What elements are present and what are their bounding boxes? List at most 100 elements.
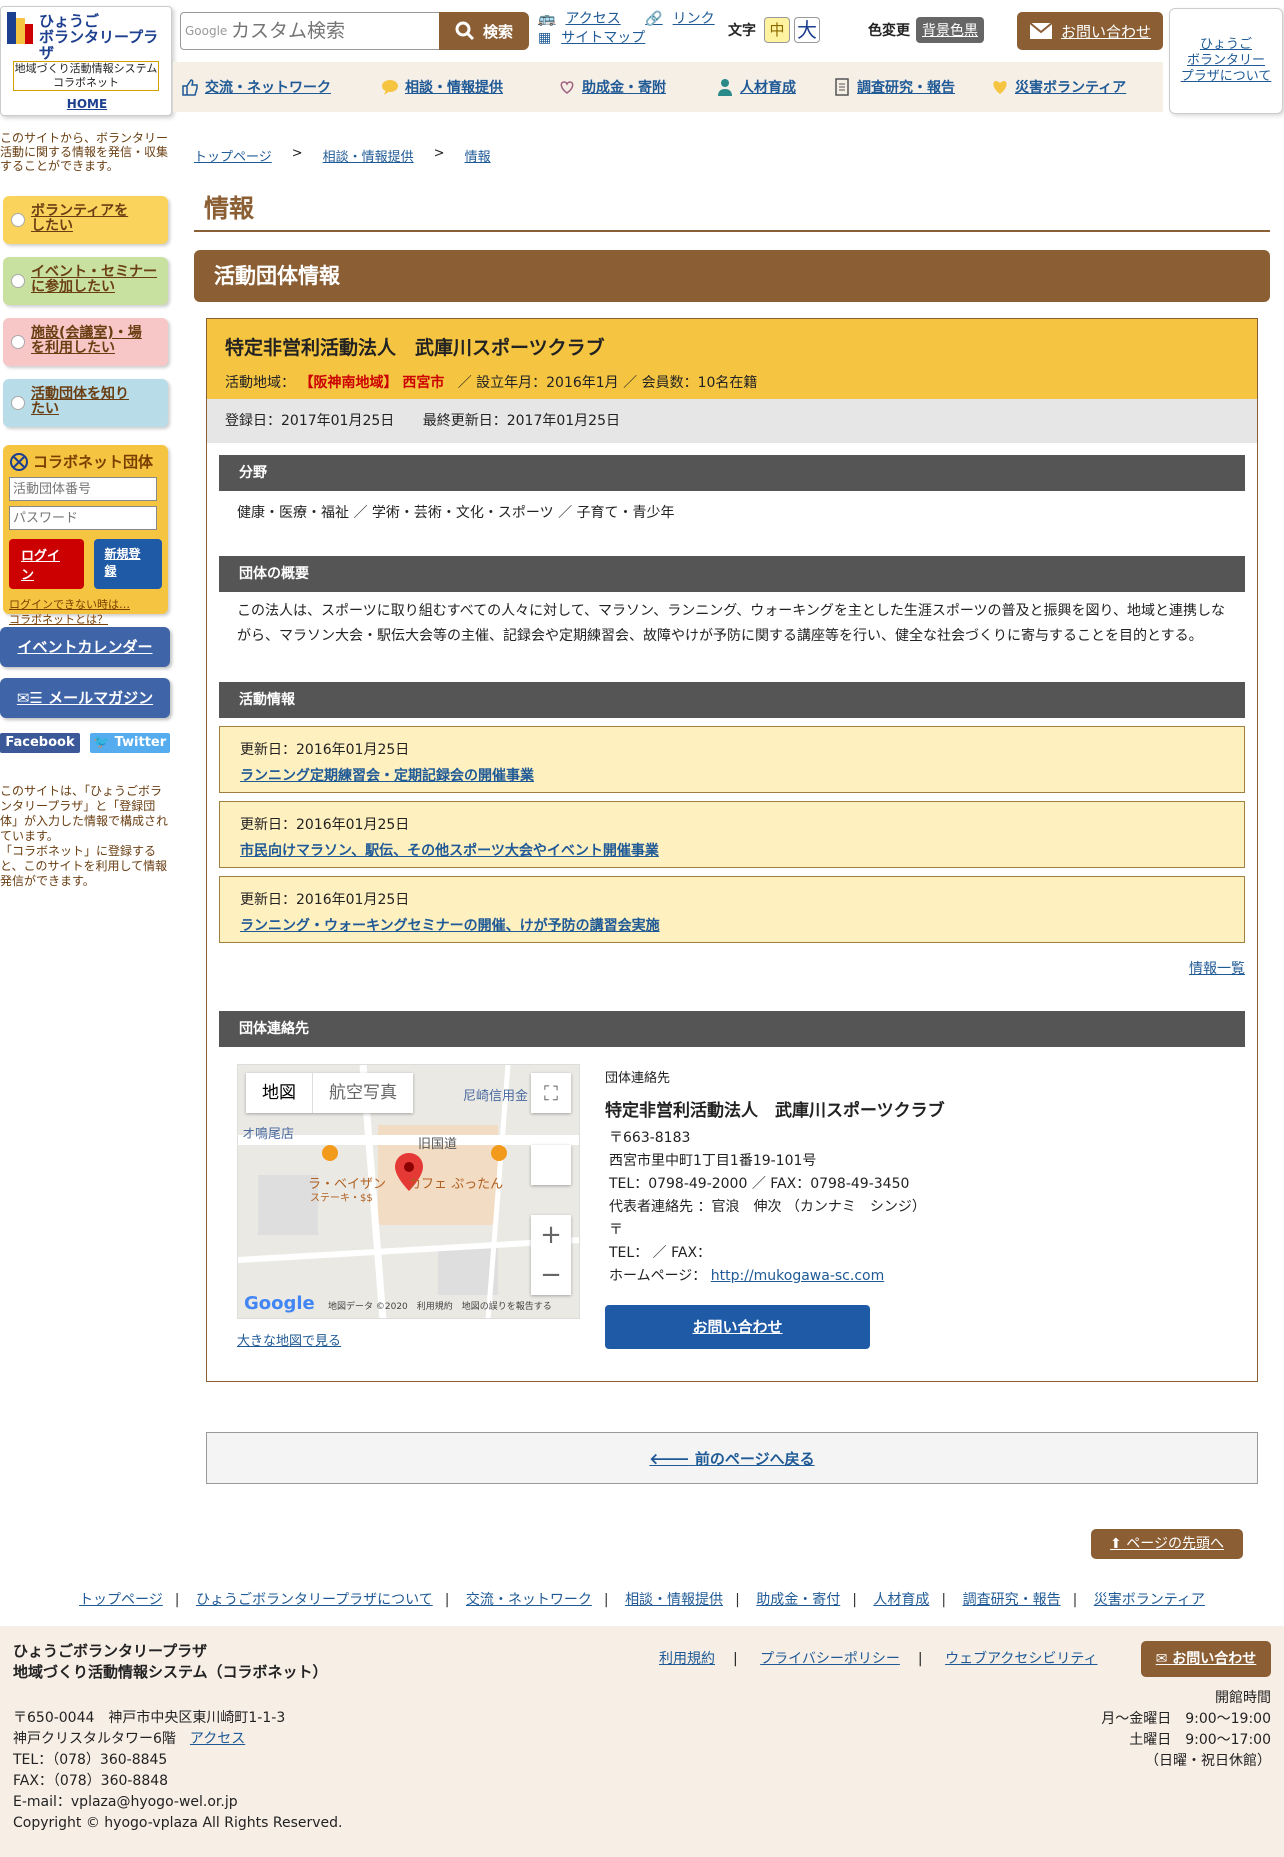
- footer-contact-button[interactable]: ✉ お問い合わせ: [1141, 1641, 1271, 1677]
- footer-link[interactable]: 助成金・寄付: [756, 1592, 840, 1608]
- accessibility-link[interactable]: ウェブアクセシビリティ: [945, 1651, 1097, 1667]
- password-input[interactable]: [9, 506, 157, 530]
- document-icon: [835, 78, 849, 96]
- back-to-top-button[interactable]: ⬆ ページの先頭へ: [1091, 1529, 1243, 1559]
- logo-title: ひょうご ボランタリープラザ: [39, 12, 159, 62]
- activity-date: 更新日：2016年01月25日: [240, 742, 410, 758]
- font-size-medium-button[interactable]: 中: [764, 17, 790, 43]
- speech-bubble-icon: [382, 80, 398, 95]
- facebook-button[interactable]: Facebook: [0, 733, 80, 753]
- homepage-link[interactable]: http://mukogawa-sc.com: [711, 1268, 884, 1284]
- footer: ひょうごボランタリープラザ 地域づくり活動情報システム（コラボネット） 〒650…: [0, 1626, 1284, 1857]
- sitemap-link[interactable]: ▦ サイトマップ: [538, 30, 655, 46]
- updated-date: 最終更新日：2017年01月25日: [422, 413, 620, 429]
- section-title: 活動団体情報: [194, 250, 1270, 302]
- map-tab-map[interactable]: 地図: [246, 1073, 312, 1113]
- map-label: ステーキ・$$: [310, 1193, 373, 1204]
- global-nav: 交流・ネットワーク 相談・情報提供 助成金・寄附 人材育成 調査研究・報告 災害…: [173, 62, 1163, 112]
- home-link[interactable]: HOME: [1, 97, 173, 111]
- register-button[interactable]: 新規登録: [94, 539, 162, 589]
- nav-item-grant[interactable]: 助成金・寄附: [558, 77, 666, 97]
- activity-date: 更新日：2016年01月25日: [240, 892, 410, 908]
- access-link[interactable]: 🚌 アクセス: [538, 11, 631, 27]
- privacy-link[interactable]: プライバシーポリシー: [760, 1651, 900, 1667]
- org-contact-button[interactable]: お問い合わせ: [605, 1305, 870, 1349]
- chain-icon: 🔗: [645, 11, 663, 27]
- login-trouble-link[interactable]: ログインできない時は…: [9, 597, 162, 612]
- summary-text: この法人は、スポーツに取り組むすべての人々に対して、マラソン、ランニング、ウォー…: [237, 603, 1225, 644]
- activity-link[interactable]: ランニング・ウォーキングセミナーの開催、けが予防の講習会実施: [240, 915, 1224, 935]
- sidebar-item-volunteer[interactable]: ボランティアを したい: [3, 196, 168, 244]
- footer-link[interactable]: 人材育成: [873, 1592, 929, 1608]
- mail-magazine-button[interactable]: ✉☰ メールマガジン: [0, 678, 170, 718]
- contact-rep-postal: 〒: [609, 1222, 623, 1238]
- sidebar-item-facility[interactable]: 施設(会議室)・場 を利用したい: [3, 318, 168, 366]
- breadcrumb-current[interactable]: 情報: [465, 146, 491, 165]
- footer-link[interactable]: ひょうごボランタリープラザについて: [196, 1592, 433, 1608]
- street-view-icon[interactable]: [531, 1145, 571, 1185]
- larger-map-link[interactable]: 大きな地図で見る: [237, 1330, 341, 1349]
- activity-item: 更新日：2016年01月25日 ランニング定期練習会・定期記録会の開催事業: [219, 726, 1245, 793]
- font-size-large-button[interactable]: 大: [794, 17, 820, 43]
- search-google-label: Google: [185, 24, 228, 38]
- info-list-link[interactable]: 情報一覧: [1189, 958, 1245, 978]
- footer-link[interactable]: 交流・ネットワーク: [466, 1592, 592, 1608]
- link-link[interactable]: 🔗 リンク: [645, 11, 724, 27]
- sidebar-item-groups[interactable]: 活動団体を知り たい: [3, 379, 168, 427]
- breadcrumb-top[interactable]: トップページ: [194, 146, 272, 165]
- nav-item-consult[interactable]: 相談・情報提供: [381, 77, 503, 97]
- font-size-label: 文字: [728, 23, 756, 39]
- nav-item-research[interactable]: 調査研究・報告: [833, 77, 955, 97]
- footer-link[interactable]: トップページ: [79, 1592, 163, 1608]
- login-button[interactable]: ログイン: [9, 539, 85, 589]
- color-change-label: 色変更: [868, 23, 910, 39]
- map-credits[interactable]: 地図データ ©2020 利用規約 地図の誤りを報告する: [328, 1299, 552, 1312]
- thumbs-up-icon: [182, 79, 198, 96]
- event-calendar-button[interactable]: イベントカレンダー: [0, 627, 170, 667]
- map-label: カフェ ぷったん: [408, 1177, 504, 1192]
- nav-item-network[interactable]: 交流・ネットワーク: [181, 77, 331, 97]
- back-button[interactable]: 🡐 前のページへ戻る: [206, 1432, 1258, 1484]
- map[interactable]: 尼崎信用金 旧国道 オ鳴尾店 ラ・ベイザン ステーキ・$$ カフェ ぷったん 地…: [237, 1064, 580, 1319]
- arrow-circle-icon: [11, 335, 25, 349]
- arrow-left-icon: 🡐: [649, 1450, 690, 1468]
- group-number-input[interactable]: [9, 477, 157, 501]
- fullscreen-icon[interactable]: ⛶: [531, 1073, 571, 1113]
- footer-access-link[interactable]: アクセス: [190, 1731, 245, 1747]
- header-links: 🚌 アクセス 🔗 リンク ▦ サイトマップ: [538, 10, 735, 48]
- about-plaza-link[interactable]: ひょうご ボランタリー プラザについて: [1169, 8, 1283, 114]
- search-input[interactable]: [231, 17, 431, 45]
- about-collabonet-link[interactable]: コラボネットとは？: [9, 612, 162, 627]
- contact-rep-tel-fax: TEL： ／ FAX：: [609, 1245, 712, 1261]
- sidebar-item-event[interactable]: イベント・セミナー に参加したい: [3, 257, 168, 305]
- breadcrumb-consult[interactable]: 相談・情報提供: [323, 146, 414, 165]
- nav-item-training[interactable]: 人材育成: [716, 77, 796, 97]
- footer-link[interactable]: 災害ボランティア: [1094, 1592, 1205, 1608]
- mail-icon: [1029, 22, 1053, 39]
- map-label: 旧国道: [418, 1137, 458, 1152]
- header-contact-label: お問い合わせ: [1060, 22, 1151, 41]
- map-tab-aerial[interactable]: 航空写真: [312, 1073, 413, 1113]
- footer-link[interactable]: 相談・情報提供: [625, 1592, 723, 1608]
- site-logo[interactable]: ひょうご ボランタリープラザ 地域づくり活動情報システム コラボネット HOME: [0, 6, 172, 116]
- contact-org-name: 特定非営利活動法人 武庫川スポーツクラブ: [605, 1101, 945, 1121]
- twitter-button[interactable]: 🐦 Twitter: [90, 733, 170, 753]
- header-contact-button[interactable]: お問い合わせ: [1017, 12, 1163, 50]
- activity-link[interactable]: 市民向けマラソン、駅伝、その他スポーツ大会やイベント開催事業: [240, 840, 1224, 860]
- zoom-in-icon[interactable]: +: [531, 1215, 571, 1255]
- search-button[interactable]: 検索: [439, 12, 529, 50]
- background-black-button[interactable]: 背景色黒: [916, 17, 984, 43]
- zoom-out-icon[interactable]: −: [531, 1255, 571, 1295]
- color-change: 色変更 背景色黒: [868, 17, 984, 43]
- terms-link[interactable]: 利用規約: [659, 1651, 715, 1667]
- footer-link[interactable]: 調査研究・報告: [963, 1592, 1061, 1608]
- breadcrumb-sep: >: [433, 146, 445, 161]
- org-meta: 活動地域： 【阪神南地域】 西宮市 ／ 設立年月：2016年1月 ／ 会員数：1…: [225, 375, 758, 391]
- page-title: 情報: [204, 194, 255, 223]
- activity-link[interactable]: ランニング定期練習会・定期記録会の開催事業: [240, 765, 1224, 785]
- org-header: 特定非営利活動法人 武庫川スポーツクラブ 活動地域： 【阪神南地域】 西宮市 ／…: [207, 319, 1257, 399]
- nav-item-disaster[interactable]: 災害ボランティア: [991, 77, 1126, 97]
- map-zoom-control: + −: [531, 1215, 571, 1295]
- search-box: Google: [180, 12, 440, 50]
- map-label: 尼崎信用金: [463, 1089, 529, 1104]
